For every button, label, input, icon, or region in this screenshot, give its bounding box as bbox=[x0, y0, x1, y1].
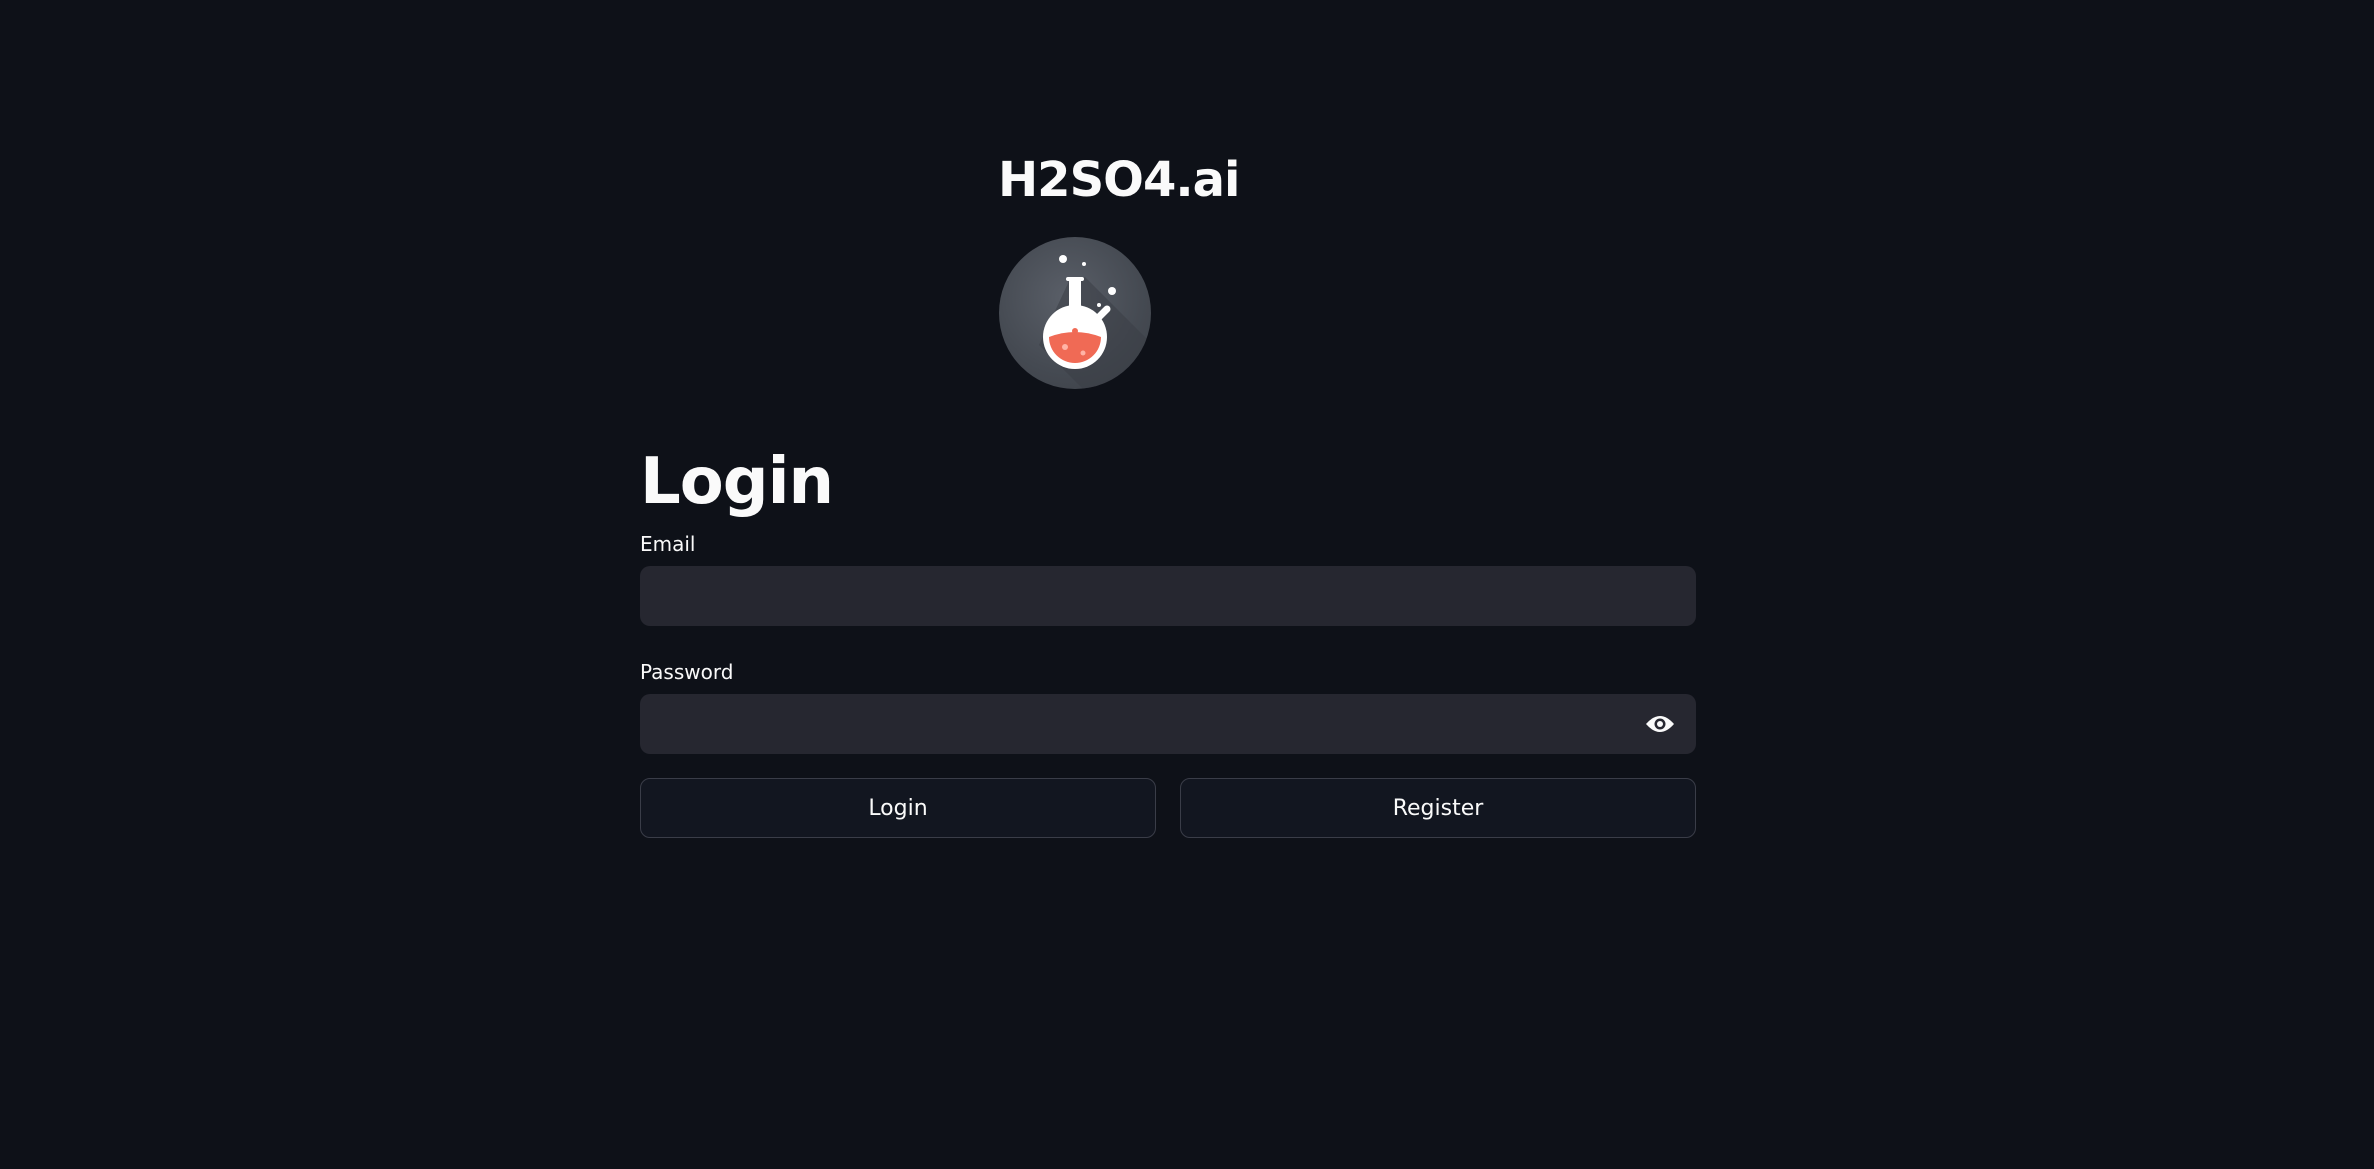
email-label: Email bbox=[640, 532, 696, 556]
login-form: Login Email Password Login Register bbox=[640, 440, 1696, 838]
register-button[interactable]: Register bbox=[1180, 778, 1696, 838]
password-field-container bbox=[640, 694, 1696, 754]
email-field[interactable] bbox=[640, 566, 1696, 626]
email-field-container bbox=[640, 566, 1696, 626]
login-button[interactable]: Login bbox=[640, 778, 1156, 838]
login-page: H2SO4.ai Login Email Password Login Regi… bbox=[0, 0, 2374, 1169]
login-heading: Login bbox=[640, 445, 834, 519]
flask-icon bbox=[999, 237, 1151, 389]
password-label: Password bbox=[640, 660, 734, 684]
brand-title: H2SO4.ai bbox=[998, 152, 1240, 208]
eye-icon[interactable] bbox=[1644, 708, 1676, 740]
password-field[interactable] bbox=[640, 694, 1696, 754]
form-actions: Login Register bbox=[640, 778, 1696, 838]
